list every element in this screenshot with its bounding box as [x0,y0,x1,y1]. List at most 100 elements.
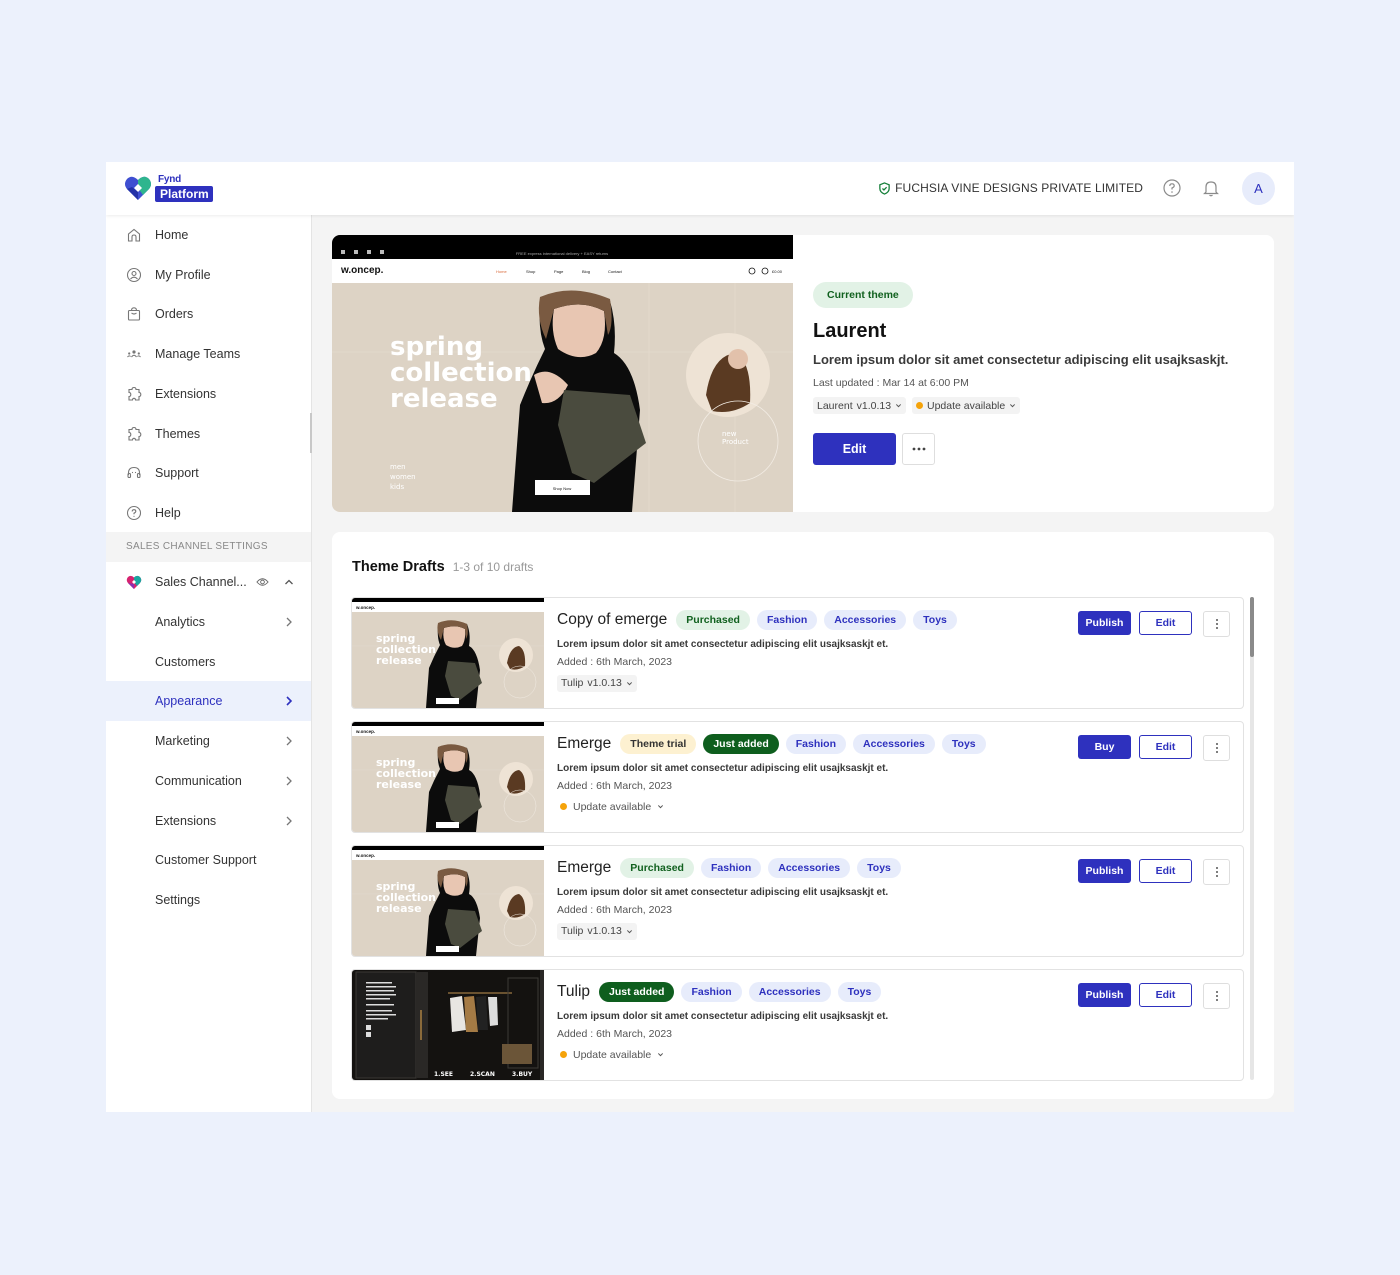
sidebar-subitem-customer-support[interactable]: Customer Support [106,840,311,880]
draft-meta: Tulip v1.0.13 [557,921,901,940]
category-tag: Fashion [785,734,847,754]
user-avatar[interactable]: A [1242,172,1275,205]
edit-current-theme-button[interactable]: Edit [813,433,896,465]
sidebar-item-label: Customers [155,654,216,669]
update-available-dropdown[interactable]: Update available [912,397,1021,414]
version-dropdown[interactable]: Tulip v1.0.13 [557,674,637,692]
sidebar-subitem-extensions[interactable]: Extensions [106,801,311,841]
thumbnail-store-logo: w.oncep. [355,729,375,734]
buy-button[interactable]: Buy [1078,735,1131,759]
current-theme-card: FREE express international delivery + EA… [332,235,1274,512]
category-tag: Toys [913,610,957,630]
edit-draft-button[interactable]: Edit [1139,983,1192,1007]
more-options-button[interactable] [902,433,935,465]
sidebar-item-home[interactable]: Home [106,215,311,255]
sidebar-item-label: Themes [155,426,201,441]
sidebar-item-label: Communication [155,773,242,788]
sidebar-item-themes[interactable]: Themes [106,414,311,454]
update-status-dot [916,402,923,409]
organization-name: FUCHSIA VINE DESIGNS PRIVATE LIMITED [895,181,1143,195]
drafts-scrollbar-track[interactable] [1250,597,1254,1080]
more-vertical-icon [1215,619,1218,629]
edit-draft-button[interactable]: Edit [1139,735,1192,759]
version-theme-name: Tulip [561,677,584,689]
draft-more-options-button[interactable] [1203,983,1230,1009]
edit-draft-button[interactable]: Edit [1139,611,1192,635]
draft-description: Lorem ipsum dolor sit amet consectetur a… [557,763,889,774]
category-tag: Accessories [824,610,907,630]
draft-meta: Update available [557,797,986,815]
preview-store-logo: w.oncep. [340,265,384,276]
preview-cart-total: £0.00 [772,269,783,274]
draft-more-options-button[interactable] [1203,859,1230,885]
organization-selector[interactable]: FUCHSIA VINE DESIGNS PRIVATE LIMITED [878,181,1143,195]
publish-button[interactable]: Publish [1078,983,1131,1007]
update-available-dropdown[interactable]: Update available [557,1049,664,1061]
category-tag: Toys [857,858,901,878]
version-theme-name: Tulip [561,925,584,937]
publish-button[interactable]: Publish [1078,611,1131,635]
sidebar-subitem-communication[interactable]: Communication [106,761,311,801]
thumbnail-store-logo: w.oncep. [355,853,375,858]
verified-shield-icon [879,181,890,195]
sidebar-item-extensions[interactable]: Extensions [106,374,311,414]
sidebar-subitem-appearance[interactable]: Appearance [106,681,311,722]
preview-category-men: men [390,463,406,471]
theme-drafts-count: 1-3 of 10 drafts [452,560,534,574]
preview-badge-product: Product [722,438,749,446]
draft-thumbnail[interactable]: w.oncep. spring collection release [352,846,544,956]
status-badge: Purchased [676,610,750,630]
draft-added-date: Added : 6th March, 2023 [557,656,672,668]
sidebar-item-support[interactable]: Support [106,453,311,493]
sales-channel-selector[interactable]: Sales Channel... [106,562,311,602]
chevron-right-icon [286,816,292,825]
draft-row: 1.SEE 2.SCAN 3.BUY Tulip Just added Fashio… [351,969,1244,1081]
sidebar-item-my-profile[interactable]: My Profile [106,255,311,295]
sidebar-item-orders[interactable]: Orders [106,294,311,334]
user-circle-icon [126,267,142,282]
status-badge: Theme trial [620,734,697,754]
puzzle-icon [128,386,142,401]
draft-name: Tulip [557,983,591,1000]
sidebar-item-label: Analytics [155,615,206,629]
brand-logo[interactable]: Fynd Platform [124,174,219,202]
draft-more-options-button[interactable] [1203,735,1230,761]
drafts-scrollbar-thumb[interactable] [1250,597,1254,657]
chevron-right-icon [286,736,292,746]
more-vertical-icon [1215,867,1218,877]
update-available-dropdown[interactable]: Update available [557,801,664,813]
thumbnail-step-label: 2.SCAN [470,1071,495,1078]
preview-category-women: women [390,473,416,481]
sidebar-subitem-marketing[interactable]: Marketing [106,721,311,761]
sidebar-item-manage-teams[interactable]: Manage Teams [106,334,311,374]
sales-channel-settings-header: SALES CHANNEL SETTINGS [106,532,311,562]
sidebar-subitem-analytics[interactable]: Analytics [106,602,311,642]
chevron-up-icon[interactable] [283,576,295,588]
draft-meta: Tulip v1.0.13 [557,673,957,692]
preview-announcement: FREE express international delivery + EA… [516,251,608,256]
current-theme-badge: Current theme [813,282,913,308]
eye-icon[interactable] [256,576,269,588]
sidebar-item-label: Extensions [155,386,217,401]
version-dropdown[interactable]: Laurent v1.0.13 [813,397,907,414]
bell-icon[interactable] [1201,178,1221,198]
edit-draft-button[interactable]: Edit [1139,859,1192,883]
sidebar-subitem-settings[interactable]: Settings [106,880,311,920]
more-vertical-icon [1215,743,1218,753]
draft-name-row: Copy of emerge Purchased Fashion Accessorie… [557,610,957,630]
sidebar-item-help[interactable]: Help [106,493,311,533]
draft-added-date: Added : 6th March, 2023 [557,1028,672,1040]
draft-thumbnail[interactable]: w.oncep. spring collection release [352,722,544,832]
publish-button[interactable]: Publish [1078,859,1131,883]
thumbnail-step-label: 3.BUY [512,1071,533,1078]
current-theme-preview-image[interactable]: FREE express international delivery + EA… [332,235,793,512]
draft-thumbnail[interactable]: 1.SEE 2.SCAN 3.BUY [352,970,544,1080]
preview-nav-home: Home [496,269,507,274]
current-theme-description: Lorem ipsum dolor sit amet consectetur a… [813,352,1229,367]
draft-thumbnail[interactable]: w.oncep. spring collection release [352,598,544,708]
brand-name-bottom: Platform [155,186,213,202]
sidebar-subitem-customers[interactable]: Customers [106,642,311,682]
help-circle-icon[interactable] [1162,178,1182,198]
version-dropdown[interactable]: Tulip v1.0.13 [557,922,637,940]
draft-more-options-button[interactable] [1203,611,1230,637]
